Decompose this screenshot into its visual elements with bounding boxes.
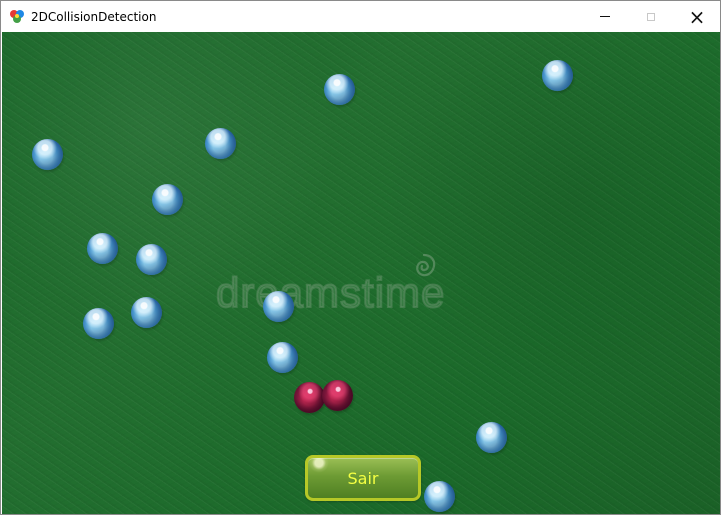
blue-ball xyxy=(476,422,507,453)
title-bar: 2DCollisionDetection × xyxy=(1,1,720,32)
blue-ball xyxy=(87,233,118,264)
blue-ball xyxy=(83,308,114,339)
minimize-icon xyxy=(600,16,610,17)
minimize-button[interactable] xyxy=(582,1,628,32)
maximize-button[interactable] xyxy=(628,1,674,32)
maximize-icon xyxy=(647,12,655,21)
app-icon xyxy=(10,10,24,23)
blue-ball xyxy=(136,244,167,275)
window-title: 2DCollisionDetection xyxy=(31,10,157,24)
sair-button[interactable]: Sair xyxy=(305,455,421,501)
blue-ball xyxy=(131,297,162,328)
blue-ball xyxy=(324,74,355,105)
close-button[interactable]: × xyxy=(674,1,720,32)
close-icon: × xyxy=(688,4,706,29)
blue-ball xyxy=(32,139,63,170)
blue-ball xyxy=(542,60,573,91)
watermark-swirl-icon xyxy=(416,253,436,277)
blue-ball xyxy=(263,291,294,322)
app-window: 2DCollisionDetection × dreamstime Sair xyxy=(0,0,721,515)
blue-ball xyxy=(205,128,236,159)
red-ball xyxy=(294,382,325,413)
red-ball xyxy=(322,380,353,411)
blue-ball xyxy=(424,481,455,512)
game-playfield: dreamstime Sair xyxy=(2,32,720,514)
dreamstime-watermark: dreamstime xyxy=(215,252,516,317)
blue-ball xyxy=(267,342,298,373)
blue-ball xyxy=(152,184,183,215)
watermark-text: dreamstime xyxy=(215,269,446,316)
